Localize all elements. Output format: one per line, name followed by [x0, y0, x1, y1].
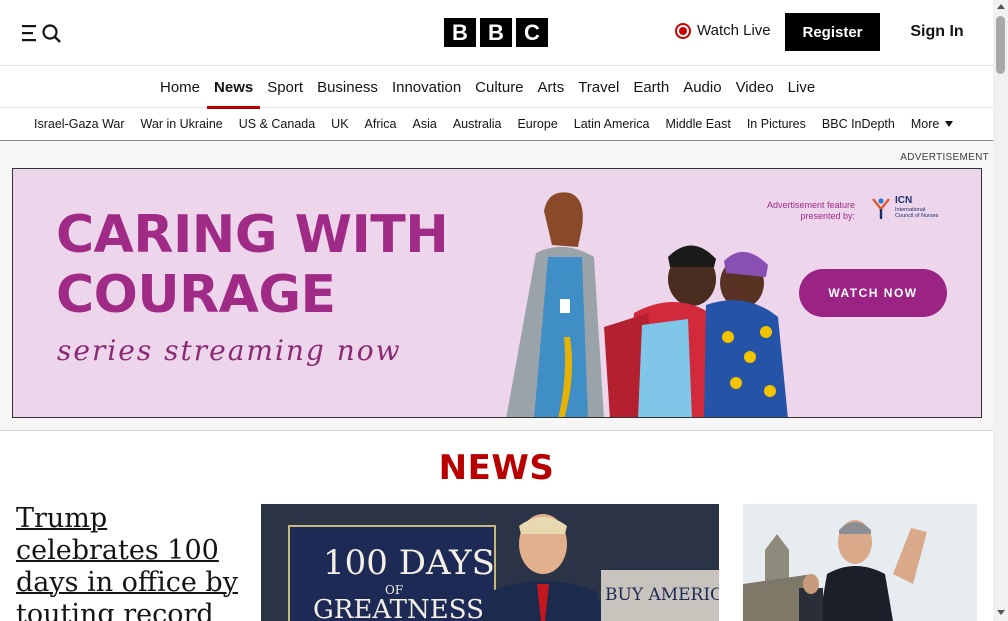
secondary-story-image[interactable] [743, 504, 977, 621]
nav-item-audio[interactable]: Audio [676, 66, 728, 108]
advertisement-banner[interactable]: CARING WITH COURAGE series streaming now [12, 168, 982, 418]
sign-in-button[interactable]: Sign In [896, 13, 978, 51]
logo-letter: B [480, 18, 512, 47]
menu-search-button[interactable] [22, 22, 64, 44]
subnav-more-button[interactable]: More [903, 108, 961, 140]
watch-now-button[interactable]: WATCH NOW [799, 269, 947, 317]
scrollbar-thumb[interactable] [996, 16, 1005, 74]
bbc-logo[interactable]: B B C [444, 18, 548, 47]
main-navigation: Home News Sport Business Innovation Cult… [0, 66, 993, 109]
lead-image-side-text: BUY AMERICA [605, 585, 719, 605]
ad-headline-line: COURAGE [56, 265, 336, 325]
subnav-item-uk[interactable]: UK [323, 108, 356, 140]
subnav-item-us-canada[interactable]: US & Canada [231, 108, 323, 140]
advertisement-region: ADVERTISEMENT CARING WITH COURAGE series… [0, 141, 993, 431]
subnav-item-africa[interactable]: Africa [357, 108, 405, 140]
subnav-item-europe[interactable]: Europe [509, 108, 565, 140]
more-label: More [910, 117, 940, 131]
watch-live-link[interactable]: Watch Live [675, 22, 771, 39]
subnav-item-war-in-ukraine[interactable]: War in Ukraine [133, 108, 231, 140]
nav-item-sport[interactable]: Sport [260, 66, 310, 108]
lead-image-caption-line: 100 DAYS [323, 543, 495, 583]
nav-item-live[interactable]: Live [781, 66, 823, 108]
icn-emblem-icon [872, 198, 890, 219]
nav-item-business[interactable]: Business [310, 66, 385, 108]
subnav-item-australia[interactable]: Australia [445, 108, 510, 140]
ad-tagline: series streaming now [57, 334, 402, 367]
secondary-image-graphic [743, 504, 977, 621]
nav-item-video[interactable]: Video [729, 66, 781, 108]
subnav-item-latin-america[interactable]: Latin America [566, 108, 658, 140]
nav-item-earth[interactable]: Earth [626, 66, 676, 108]
menu-icon [22, 25, 36, 42]
ad-headline: CARING WITH COURAGE [56, 205, 449, 325]
subnav-item-israel-gaza-war[interactable]: Israel-Gaza War [26, 108, 133, 140]
subnav-item-in-pictures[interactable]: In Pictures [739, 108, 814, 140]
nav-item-home[interactable]: Home [153, 66, 207, 108]
icn-abbreviation: ICN [895, 195, 913, 206]
scroll-down-arrow-icon[interactable] [997, 610, 1005, 615]
ad-headline-line: CARING WITH [56, 205, 449, 265]
live-dot-icon [675, 22, 691, 39]
subnav-item-middle-east[interactable]: Middle East [658, 108, 739, 140]
news-section-title: NEWS [438, 448, 555, 488]
advertisement-label: ADVERTISEMENT [900, 152, 989, 163]
icn-logo: ICN International Council of Nurses [871, 193, 951, 229]
subnav-item-bbc-indepth[interactable]: BBC InDepth [814, 108, 903, 140]
ad-feature-line: Advertisement feature [766, 200, 855, 210]
scroll-up-arrow-icon[interactable] [997, 4, 1005, 9]
icn-name-line: Council of Nurses [895, 213, 939, 219]
chevron-down-icon [945, 121, 954, 127]
subnav-item-asia[interactable]: Asia [405, 108, 445, 140]
search-icon [42, 24, 61, 43]
logo-letter: C [516, 18, 548, 47]
lead-story-headline[interactable]: Trump celebrates 100 days in office by t… [16, 503, 246, 621]
page-scrollbar[interactable] [993, 0, 1008, 621]
site-header: B B C Watch Live Register Sign In [0, 0, 993, 66]
ad-feature-line: presented by: [800, 211, 855, 221]
nav-item-news[interactable]: News [207, 66, 261, 109]
icn-full-name: International Council of Nurses [895, 207, 955, 219]
lead-story-image[interactable]: 100 DAYS OF GREATNESS BUY AMERICA [261, 504, 719, 621]
ad-feature-note: Advertisement feature presented by: [753, 200, 855, 222]
lead-image-graphic: 100 DAYS OF GREATNESS BUY AMERICA [261, 504, 719, 621]
nav-item-arts[interactable]: Arts [531, 66, 572, 108]
lead-image-caption-line: GREATNESS [313, 595, 484, 621]
logo-letter: B [444, 18, 476, 47]
watch-live-label: Watch Live [697, 22, 771, 39]
sub-navigation: Israel-Gaza War War in Ukraine US & Cana… [0, 108, 993, 141]
nav-item-travel[interactable]: Travel [571, 66, 626, 108]
register-button[interactable]: Register [785, 13, 880, 51]
nav-item-culture[interactable]: Culture [468, 66, 530, 108]
nav-item-innovation[interactable]: Innovation [385, 66, 468, 108]
